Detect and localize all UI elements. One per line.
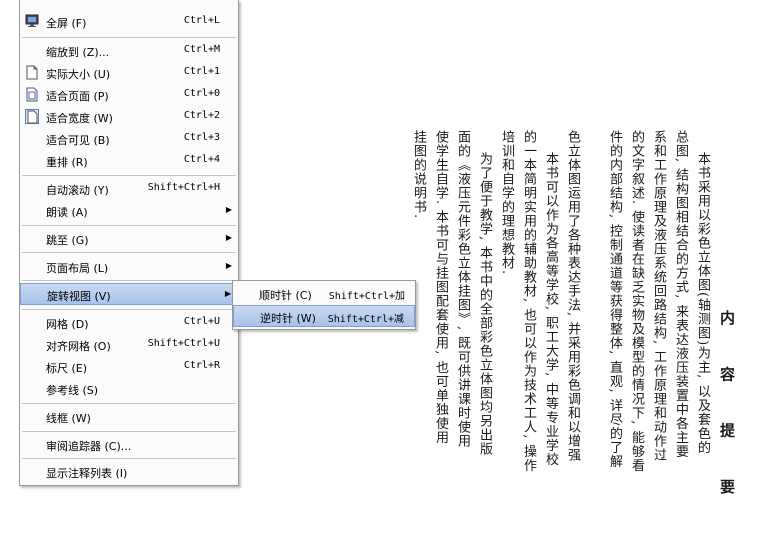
menu-separator (22, 309, 236, 310)
doc-column: 的文字叙述. 使读者在缺乏实物及模型的情况下, 能够看 (629, 130, 644, 473)
menu-separator (22, 252, 236, 253)
doc-column: 挂图的说明书. (411, 130, 426, 220)
doc-column: 本书可以作为各高等学校, 职工大学, 中等专业学校 (543, 152, 558, 467)
doc-column: 面的《液压元件彩色立体挂图》, 既可供讲课时使用 (455, 130, 470, 449)
submenu-arrow-icon: ▶ (225, 205, 232, 214)
doc-heading: 内 容 提 要 (718, 310, 736, 512)
menu-item-clockwise[interactable]: 顺时针 (C) Shift+Ctrl+加 (233, 283, 415, 305)
fit-page-icon (25, 87, 39, 102)
menu-separator (22, 403, 236, 404)
doc-column: 件的内部结构, 控制通道等获得整体, 直观, 详尽的了解 (607, 130, 622, 469)
doc-column: 使学生自学. 本书可与挂图配套使用, 也可单独使用 (433, 130, 448, 445)
menu-item-fit-visible[interactable]: 适合可见 (B) Ctrl+3 (20, 128, 238, 150)
menu-item-go-to[interactable]: 跳至 (G) ▶ (20, 228, 238, 250)
rotate-view-submenu: 顺时针 (C) Shift+Ctrl+加 逆时针 (W) Shift+Ctrl+… (232, 280, 416, 330)
menu-separator (22, 225, 236, 226)
menu-item-rotate-view[interactable]: 旋转视图 (V) ▶ (20, 283, 238, 305)
menu-separator (22, 431, 236, 432)
menu-item-read-aloud[interactable]: 朗读 (A) ▶ (20, 200, 238, 222)
menu-item-rulers[interactable]: 标尺 (E) Ctrl+R (20, 356, 238, 378)
document-page: 内 容 提 要 本书采用以彩色立体图(轴测图)为主, 以及套色的 总图, 结构图… (390, 100, 759, 536)
doc-column: 色立体图运用了各种表达手法, 并采用彩色调和以增强 (565, 130, 580, 463)
menu-separator (22, 175, 236, 176)
menu-item-snap-to-grid[interactable]: 对齐网格 (O) Shift+Ctrl+U (20, 334, 238, 356)
fit-width-icon (25, 109, 39, 124)
menu-item-review-tracker[interactable]: 审阅追踪器 (C)... (20, 434, 238, 456)
monitor-icon (25, 14, 39, 29)
doc-column: 总图, 结构图相结合的方式, 来表达液压装置中各主要 (673, 130, 688, 459)
menu-item-counterclockwise[interactable]: 逆时针 (W) Shift+Ctrl+减 (233, 305, 415, 327)
doc-column: 的一本简明实用的辅助教材, 也可以作为技术工人, 操作 (521, 130, 536, 473)
menu-item-guides[interactable]: 参考线 (S) (20, 378, 238, 400)
doc-column: 系和工作原理及液压系统回路结构, 工作原理和动作过 (651, 130, 666, 463)
menu-item-grid[interactable]: 网格 (D) Ctrl+U (20, 312, 238, 334)
doc-column: 本书采用以彩色立体图(轴测图)为主, 以及套色的 (695, 152, 710, 455)
menu-item-actual-size[interactable]: 实际大小 (U) Ctrl+1 (20, 62, 238, 84)
menu-item-fullscreen[interactable]: 全屏 (F) Ctrl+L (20, 11, 238, 33)
submenu-arrow-icon: ▶ (225, 233, 232, 242)
menu-item-show-comments-list[interactable]: 显示注释列表 (I) (20, 461, 238, 483)
menu-separator (22, 37, 236, 38)
submenu-arrow-icon: ▶ (225, 261, 232, 270)
menu-item-auto-scroll[interactable]: 自动滚动 (Y) Shift+Ctrl+H (20, 178, 238, 200)
submenu-arrow-icon: ▶ (224, 289, 231, 298)
doc-column: 为了便于教学, 本书中的全部彩色立体图均另出版 (477, 152, 492, 457)
menu-item-wireframe[interactable]: 线框 (W) (20, 406, 238, 428)
menu-separator (22, 280, 236, 281)
page-icon (25, 65, 39, 80)
view-menu: 全屏 (F) Ctrl+L 缩放到 (Z)... Ctrl+M 实际大小 (U)… (19, 0, 239, 486)
doc-column: 培训和自学的理想教材. (499, 130, 514, 276)
menu-item-fit-width[interactable]: 适合宽度 (W) Ctrl+2 (20, 106, 238, 128)
menu-item-page-layout[interactable]: 页面布局 (L) ▶ (20, 256, 238, 278)
menu-item-fit-page[interactable]: 适合页面 (P) Ctrl+0 (20, 84, 238, 106)
menu-item-zoom-to[interactable]: 缩放到 (Z)... Ctrl+M (20, 40, 238, 62)
menu-separator (22, 458, 236, 459)
menu-item-reflow[interactable]: 重排 (R) Ctrl+4 (20, 150, 238, 172)
